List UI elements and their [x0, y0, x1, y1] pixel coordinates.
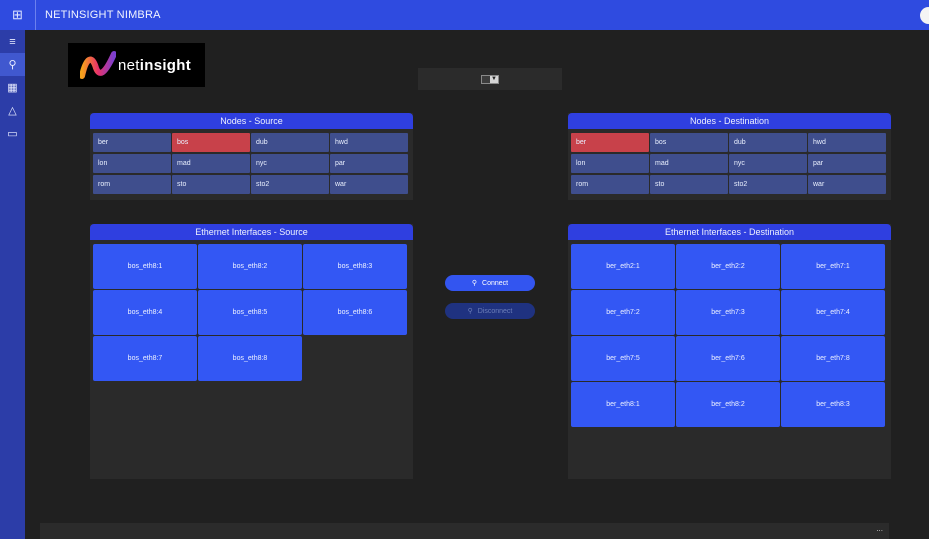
source-interface-tile[interactable]: bos_eth8:2: [198, 244, 302, 289]
source-node-ber[interactable]: ber: [93, 133, 171, 152]
dest-interface-tile[interactable]: ber_eth2:1: [571, 244, 675, 289]
source-node-hwd[interactable]: hwd: [330, 133, 408, 152]
source-eth-header: Ethernet Interfaces - Source: [90, 224, 413, 240]
source-node-sto[interactable]: sto: [172, 175, 250, 194]
main-area: netinsight ▼ Nodes - Source ber bos dub hwd…: [25, 30, 929, 539]
dest-node-bos[interactable]: bos: [650, 133, 728, 152]
dest-interface-tile[interactable]: ber_eth7:6: [676, 336, 780, 381]
chevron-down-icon: ▼: [490, 75, 498, 83]
netinsight-logo: netinsight: [68, 43, 205, 87]
logo-text: netinsight: [118, 56, 192, 74]
app-title: NETINSIGHT NIMBRA: [45, 9, 161, 21]
disconnect-button[interactable]: ⚲ Disconnect: [445, 303, 535, 319]
dest-nodes-grid: ber bos dub hwd lon mad nyc par rom sto sto2 war: [568, 129, 891, 198]
source-node-rom[interactable]: rom: [93, 175, 171, 194]
source-node-sto2[interactable]: sto2: [251, 175, 329, 194]
source-node-bos[interactable]: bos: [172, 133, 250, 152]
selector-panel: ▼: [418, 68, 562, 90]
dest-node-nyc[interactable]: nyc: [729, 154, 807, 173]
dest-interface-tile[interactable]: ber_eth8:2: [676, 382, 780, 427]
source-node-war[interactable]: war: [330, 175, 408, 194]
source-nodes-grid: ber bos dub hwd lon mad nyc par rom sto sto2 war: [90, 129, 413, 198]
source-node-dub[interactable]: dub: [251, 133, 329, 152]
dest-node-sto[interactable]: sto: [650, 175, 728, 194]
source-nodes-panel: Nodes - Source ber bos dub hwd lon mad nyc par r…: [90, 113, 413, 200]
dest-interface-tile[interactable]: ber_eth7:4: [781, 290, 885, 335]
dest-node-par[interactable]: par: [808, 154, 886, 173]
dest-eth-header: Ethernet Interfaces - Destination: [568, 224, 891, 240]
dashboard-icon[interactable]: ▦: [0, 76, 25, 99]
app-launcher-icon[interactable]: ⊞: [0, 0, 36, 30]
dest-node-dub[interactable]: dub: [729, 133, 807, 152]
logo-mark-icon: [80, 51, 116, 79]
dest-eth-panel: Ethernet Interfaces - Destination ber_et…: [568, 224, 891, 479]
source-node-nyc[interactable]: nyc: [251, 154, 329, 173]
more-icon[interactable]: ...: [876, 524, 883, 533]
dest-node-rom[interactable]: rom: [571, 175, 649, 194]
user-avatar[interactable]: [920, 7, 929, 24]
plug-icon: ⚲: [471, 280, 478, 287]
dest-node-lon[interactable]: lon: [571, 154, 649, 173]
source-eth-grid: bos_eth8:1 bos_eth8:2 bos_eth8:3 bos_eth8:4…: [90, 240, 413, 385]
source-nodes-header: Nodes - Source: [90, 113, 413, 129]
preset-dropdown[interactable]: ▼: [481, 74, 499, 84]
source-eth-panel: Ethernet Interfaces - Source bos_eth8:1 b…: [90, 224, 413, 479]
dest-interface-tile[interactable]: ber_eth7:3: [676, 290, 780, 335]
connect-icon[interactable]: ⚲: [0, 53, 25, 76]
dest-node-ber[interactable]: ber: [571, 133, 649, 152]
dest-interface-tile[interactable]: ber_eth7:1: [781, 244, 885, 289]
video-icon[interactable]: ▭: [0, 122, 25, 145]
source-interface-tile[interactable]: bos_eth8:1: [93, 244, 197, 289]
connect-button[interactable]: ⚲ Connect: [445, 275, 535, 291]
source-node-mad[interactable]: mad: [172, 154, 250, 173]
dest-node-hwd[interactable]: hwd: [808, 133, 886, 152]
dropdown-value: [482, 76, 490, 83]
status-bar: ...: [40, 523, 889, 539]
top-bar: ⊞ NETINSIGHT NIMBRA: [0, 0, 929, 30]
unplug-icon: ⚲: [467, 308, 473, 315]
source-interface-tile[interactable]: bos_eth8:3: [303, 244, 407, 289]
dest-eth-grid: ber_eth2:1 ber_eth2:2 ber_eth7:1 ber_eth7:2…: [568, 240, 891, 431]
source-interface-tile[interactable]: bos_eth8:7: [93, 336, 197, 381]
dest-interface-tile[interactable]: ber_eth2:2: [676, 244, 780, 289]
dest-interface-tile[interactable]: ber_eth8:1: [571, 382, 675, 427]
source-interface-tile[interactable]: bos_eth8:8: [198, 336, 302, 381]
source-node-par[interactable]: par: [330, 154, 408, 173]
disconnect-label: Disconnect: [477, 307, 513, 315]
sidebar: ≡ ⚲ ▦ △ ▭: [0, 30, 25, 539]
dest-nodes-header: Nodes - Destination: [568, 113, 891, 129]
topology-icon[interactable]: △: [0, 99, 25, 122]
dest-interface-tile[interactable]: ber_eth7:5: [571, 336, 675, 381]
dest-node-sto2[interactable]: sto2: [729, 175, 807, 194]
menu-icon[interactable]: ≡: [0, 30, 25, 53]
dest-interface-tile[interactable]: ber_eth7:2: [571, 290, 675, 335]
connect-label: Connect: [482, 279, 509, 287]
dest-node-mad[interactable]: mad: [650, 154, 728, 173]
source-interface-tile[interactable]: bos_eth8:4: [93, 290, 197, 335]
dest-interface-tile[interactable]: ber_eth8:3: [781, 382, 885, 427]
source-interface-tile[interactable]: bos_eth8:6: [303, 290, 407, 335]
dest-nodes-panel: Nodes - Destination ber bos dub hwd lon mad ny…: [568, 113, 891, 200]
dest-node-war[interactable]: war: [808, 175, 886, 194]
source-interface-tile[interactable]: bos_eth8:5: [198, 290, 302, 335]
dest-interface-tile[interactable]: ber_eth7:8: [781, 336, 885, 381]
source-node-lon[interactable]: lon: [93, 154, 171, 173]
